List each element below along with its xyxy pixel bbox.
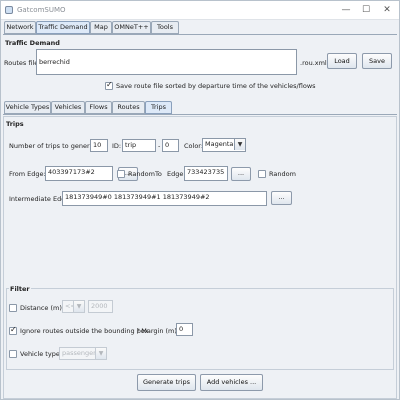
chevron-down-icon: ▼ <box>95 348 106 359</box>
distance-label: Distance (m): <box>20 304 65 312</box>
tab-network[interactable]: Network <box>4 21 36 34</box>
num-trips-label: Number of trips to generate: <box>9 142 103 150</box>
tab-routes[interactable]: Routes <box>112 101 145 114</box>
from-random-label: Random <box>128 170 155 178</box>
routes-file-label: Routes file: <box>4 59 41 67</box>
to-edge-browse-button[interactable]: ... <box>231 167 251 181</box>
app-window: GatcomSUMO — ☐ ✕ Network Traffic Demand … <box>0 0 400 400</box>
bounding-box-label: Ignore routes outside the bounding box <box>20 327 149 335</box>
distance-checkbox[interactable] <box>9 304 17 312</box>
chevron-down-icon: ▼ <box>234 139 245 150</box>
vehicle-type-select[interactable]: passenger ▼ <box>59 347 107 360</box>
distance-input[interactable]: 2000 <box>88 300 113 313</box>
color-label: Color: <box>184 142 204 150</box>
close-icon[interactable]: ✕ <box>378 3 396 17</box>
tab-flows[interactable]: Flows <box>85 101 112 114</box>
trip-id-input[interactable]: trip <box>122 139 156 152</box>
filter-heading: Filter <box>9 284 31 294</box>
intermediate-edges-input[interactable]: 181373949#0 181373949#1 181373949#2 <box>62 191 267 206</box>
margin-input[interactable]: 0 <box>176 323 193 336</box>
routes-file-input[interactable]: berrechid <box>36 49 297 75</box>
tab-traffic-demand[interactable]: Traffic Demand <box>36 21 90 34</box>
maximize-icon[interactable]: ☐ <box>357 3 375 17</box>
vehicle-type-checkbox[interactable] <box>9 350 17 358</box>
generate-trips-button[interactable]: Generate trips <box>137 374 196 391</box>
sort-routes-label: Save route file sorted by departure time… <box>116 82 316 90</box>
from-random-checkbox[interactable] <box>117 170 125 178</box>
color-select[interactable]: Magenta ▼ <box>202 138 246 152</box>
sort-routes-checkbox[interactable] <box>105 80 113 90</box>
tab-trips[interactable]: Trips <box>145 101 172 114</box>
trip-id-suffix-input[interactable]: 0 <box>162 139 179 152</box>
traffic-demand-heading: Traffic Demand <box>5 39 60 47</box>
color-select-value: Magenta <box>205 140 234 148</box>
chevron-down-icon: ▼ <box>73 301 84 312</box>
main-tab-divider <box>3 34 397 35</box>
intermediate-edges-browse-button[interactable]: ... <box>271 191 292 205</box>
to-random-checkbox[interactable] <box>258 170 266 178</box>
to-label: To <box>155 170 162 178</box>
tab-tools[interactable]: Tools <box>151 21 179 34</box>
bounding-box-checkbox[interactable] <box>9 325 17 335</box>
to-edge-label: Edge: <box>167 170 186 178</box>
num-trips-input[interactable]: 10 <box>90 139 108 152</box>
routes-file-extension: .rou.xml <box>300 59 327 67</box>
from-edge-input[interactable]: 403397173#2 <box>45 166 113 181</box>
margin-label: / Margin (m): <box>137 327 180 335</box>
minimize-icon[interactable]: — <box>337 3 355 17</box>
from-edge-label: From Edge: <box>9 170 46 178</box>
app-icon <box>5 6 13 14</box>
tab-vehicle-types[interactable]: Vehicle Types <box>4 101 51 114</box>
load-button[interactable]: Load <box>327 53 357 69</box>
tab-vehicles[interactable]: Vehicles <box>51 101 85 114</box>
to-random-label: Random <box>269 170 296 178</box>
window-title: GatcomSUMO <box>17 6 66 14</box>
add-vehicles-button[interactable]: Add vehicles ... <box>200 374 263 391</box>
vehicle-type-value: passenger <box>62 349 96 357</box>
vehicle-type-label: Vehicle type <box>20 350 60 358</box>
title-bar: GatcomSUMO — ☐ ✕ <box>1 1 399 20</box>
sub-tab-divider <box>3 114 397 115</box>
distance-operator-select[interactable]: <= ▼ <box>62 300 85 313</box>
trips-heading: Trips <box>6 120 24 128</box>
to-edge-input[interactable]: 733423735 <box>184 166 228 181</box>
tab-omnetpp[interactable]: OMNeT++ <box>112 21 151 34</box>
id-dash: - <box>158 142 161 150</box>
save-button[interactable]: Save <box>362 53 392 69</box>
id-label: ID: <box>112 142 122 150</box>
tab-map[interactable]: Map <box>90 21 112 34</box>
